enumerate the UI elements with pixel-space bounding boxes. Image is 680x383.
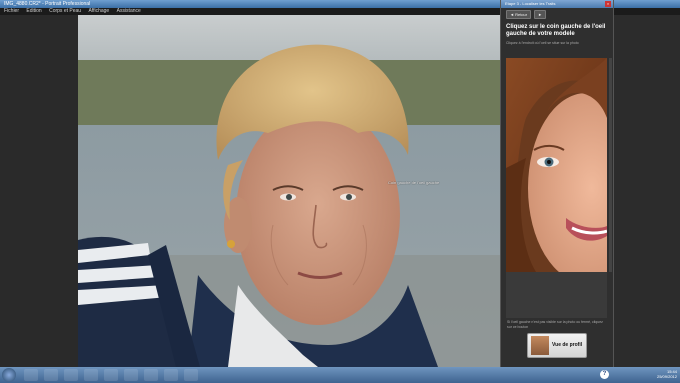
photoshop-icon[interactable] [104,369,118,381]
panel-navigation: ◄ Retour ► [501,8,613,20]
system-tray: ? 15:44 25/09/2012 [598,367,680,383]
panel-title-bar: Etape 3 - Localiser les Traits × [501,0,613,8]
profile-thumbnail-icon [531,336,549,355]
clock[interactable]: 15:44 25/09/2012 [657,369,677,379]
back-button-label: Retour [515,11,528,17]
main-photo-canvas[interactable] [78,15,500,367]
back-button[interactable]: ◄ Retour [506,9,532,19]
workspace-right [612,15,680,367]
menu-corps-et-peau[interactable]: Corps et Peau [49,8,81,15]
firefox-icon[interactable] [84,369,98,381]
menu-fichier[interactable]: Fichier [4,8,19,15]
panel-heading: Cliquez sur le coin gauche de l'oeil gau… [506,24,606,37]
ie-icon[interactable] [24,369,38,381]
panel-description: Cliquez à l'endroit où l'oeil se situe s… [506,41,579,45]
profile-view-button[interactable]: Vue de profil [527,333,587,358]
taskbar: ? 15:44 25/09/2012 [0,367,680,383]
panel-title: Etape 3 - Localiser les Traits [505,1,556,6]
workspace-left [0,15,78,367]
panel-scrollbar[interactable] [609,58,612,272]
help-icon[interactable]: ? [600,370,609,379]
media-player-icon[interactable] [64,369,78,381]
app-icon[interactable] [124,369,138,381]
profile-view-label: Vue de profil [552,342,583,348]
window-title: IMG_4880.CR2* - Portrait Professional [4,1,91,7]
close-icon[interactable]: × [605,1,611,7]
panel-bottom-instruction: Si l'oeil gauche n'est pas visible sur l… [507,320,603,329]
folder-icon[interactable] [44,369,58,381]
clock-date: 25/09/2012 [656,374,677,379]
portrait-pro-icon[interactable] [184,369,198,381]
reference-face-image [506,58,607,272]
portrait-photo [78,15,500,367]
film-icon[interactable] [144,369,158,381]
menu-edition[interactable]: Edition [26,8,41,15]
document-icon[interactable] [164,369,178,381]
menu-assistance[interactable]: Assistance [117,8,141,15]
reference-face-illustration [506,58,607,272]
windows-start-icon[interactable] [2,368,16,382]
feature-point-hint: Coin gauche de l'oeil gauche [388,180,440,185]
menu-affichage[interactable]: Affichage [88,8,109,15]
forward-button[interactable]: ► [534,9,547,19]
panel-empty-area [506,272,607,318]
